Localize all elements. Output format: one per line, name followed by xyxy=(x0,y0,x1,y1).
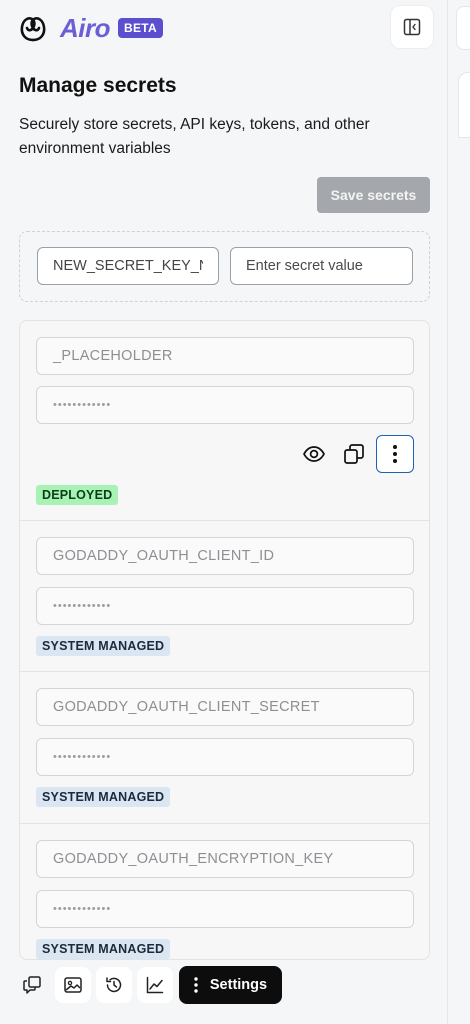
godaddy-logo-icon xyxy=(20,17,46,42)
more-vertical-icon xyxy=(393,445,397,463)
secrets-panel: Airo BETA Manage secrets Securely store … xyxy=(0,0,448,1024)
canvas-toolbar-button[interactable] xyxy=(456,6,470,50)
status-badge: SYSTEM MANAGED xyxy=(36,636,171,656)
reveal-secret-button[interactable] xyxy=(295,435,333,473)
analytics-button[interactable] xyxy=(137,967,173,1003)
save-secrets-button[interactable]: Save secrets xyxy=(317,177,430,213)
secret-item: GODADDY_OAUTH_ENCRYPTION_KEY •••••••••••… xyxy=(20,824,429,959)
history-icon xyxy=(106,977,122,993)
analytics-icon xyxy=(146,976,164,994)
secret-name-field[interactable]: GODADDY_OAUTH_ENCRYPTION_KEY xyxy=(36,840,414,878)
new-secret-row xyxy=(19,231,430,302)
chat-copy-icon xyxy=(23,976,41,994)
status-badge: SYSTEM MANAGED xyxy=(36,787,171,807)
status-badge: DEPLOYED xyxy=(36,485,119,505)
more-vertical-icon xyxy=(194,977,198,993)
copy-secret-button[interactable] xyxy=(335,435,373,473)
chat-copy-button[interactable] xyxy=(14,967,50,1003)
beta-badge: BETA xyxy=(118,18,163,38)
settings-button[interactable]: Settings xyxy=(179,966,282,1004)
secret-name-field[interactable]: _PLACEHOLDER xyxy=(36,337,414,375)
secret-name-field[interactable]: GODADDY_OAUTH_CLIENT_ID xyxy=(36,537,414,575)
secret-value-field[interactable]: •••••••••••• xyxy=(36,738,414,776)
sidebar-toggle-icon xyxy=(403,18,421,36)
new-secret-key-input[interactable] xyxy=(37,247,219,285)
page-subtitle: Securely store secrets, API keys, tokens… xyxy=(19,116,370,157)
page-title: Manage secrets xyxy=(19,74,177,97)
copy-icon xyxy=(344,444,364,464)
secret-value-field[interactable]: •••••••••••• xyxy=(36,890,414,928)
bottom-toolbar: Settings xyxy=(14,962,282,1008)
secret-item: _PLACEHOLDER •••••••••••• DEPLOYED xyxy=(20,321,429,521)
image-button[interactable] xyxy=(55,967,91,1003)
status-badge: SYSTEM MANAGED xyxy=(36,939,171,959)
app-header: Airo BETA xyxy=(18,10,163,46)
secret-more-options-button[interactable] xyxy=(376,435,414,473)
secret-value-field[interactable]: •••••••••••• xyxy=(36,587,414,625)
image-icon xyxy=(64,977,82,993)
main-canvas-edge xyxy=(448,0,470,1024)
brand-name: Airo xyxy=(60,12,111,43)
eye-icon xyxy=(303,446,325,462)
new-secret-value-input[interactable] xyxy=(230,247,413,285)
canvas-card xyxy=(458,72,470,138)
secret-name-field[interactable]: GODADDY_OAUTH_CLIENT_SECRET xyxy=(36,688,414,726)
secrets-list: _PLACEHOLDER •••••••••••• DEPLOYED GODAD… xyxy=(19,320,430,960)
settings-label: Settings xyxy=(209,977,268,993)
secret-item: GODADDY_OAUTH_CLIENT_SECRET ••••••••••••… xyxy=(20,672,429,824)
secret-item: GODADDY_OAUTH_CLIENT_ID •••••••••••• SYS… xyxy=(20,521,429,672)
collapse-panel-button[interactable] xyxy=(390,5,434,49)
secret-value-field[interactable]: •••••••••••• xyxy=(36,386,414,424)
history-button[interactable] xyxy=(96,967,132,1003)
